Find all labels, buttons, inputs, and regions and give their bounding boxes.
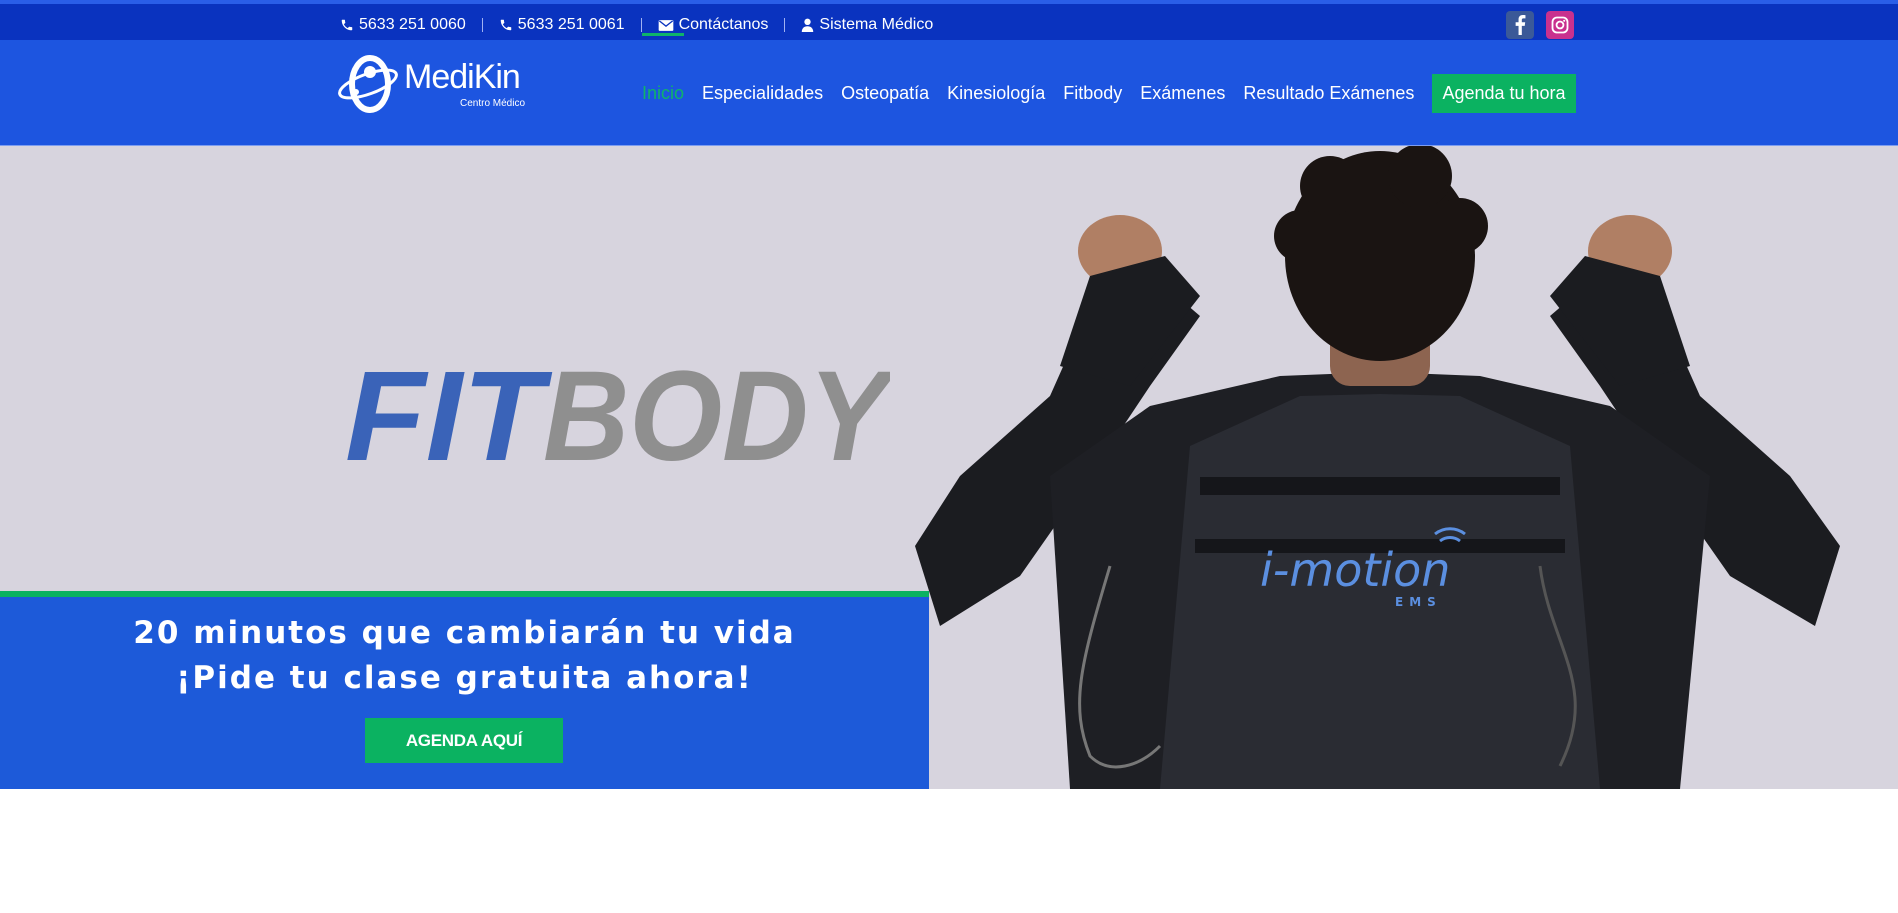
hero-banner: FIT BODY i-motion EMS 20 minutos que cam… [0,146,1898,789]
contact-links: 5633 251 0060 5633 251 0061 Contáctanos … [340,12,933,38]
promo-headline: 20 minutos que cambiarán tu vida [133,615,796,651]
nav-item-kinesiologia[interactable]: Kinesiología [947,83,1045,104]
facebook-icon [1515,15,1526,35]
promo-panel: 20 minutos que cambiarán tu vida ¡Pide t… [0,591,929,789]
book-appointment-button[interactable]: Agenda tu hora [1432,73,1576,113]
logo-name: MediKin [404,58,521,96]
promo-subheadline: ¡Pide tu clase gratuita ahora! [176,660,753,696]
top-contact-bar: 5633 251 0060 5633 251 0061 Contáctanos … [0,0,1898,40]
phone-number-1: 5633 251 0060 [359,16,466,33]
main-navigation: Inicio Especialidades Osteopatía Kinesio… [642,32,1576,146]
user-icon [802,18,814,32]
vest-brand-sub-label: EMS [1395,595,1442,609]
nav-item-fitbody[interactable]: Fitbody [1063,83,1122,104]
divider [481,18,483,32]
medikin-logo[interactable]: MediKin Centro Médico [336,52,526,116]
phone-icon [500,19,512,31]
medical-system-label: Sistema Médico [819,16,934,33]
instagram-button[interactable] [1546,11,1574,39]
ems-vest-photo: i-motion EMS [915,146,1840,789]
logo-tagline: Centro Médico [460,98,526,109]
main-header: MediKin Centro Médico Inicio Especialida… [0,32,1898,146]
phone-link-2[interactable]: 5633 251 0061 [499,16,625,34]
contact-link[interactable]: Contáctanos [658,16,769,34]
nav-item-examenes[interactable]: Exámenes [1140,83,1225,104]
divider [784,18,786,32]
phone-number-2: 5633 251 0061 [517,16,625,33]
fitbody-logo-fit: FIT [345,358,553,468]
nav-item-especialidades[interactable]: Especialidades [702,83,823,104]
fitbody-logo: FIT BODY [345,358,890,468]
nav-item-osteopatia[interactable]: Osteopatía [841,83,929,104]
agenda-aqui-button[interactable]: AGENDA AQUÍ [365,718,563,763]
medical-system-link[interactable]: Sistema Médico [801,16,933,34]
social-links [1506,11,1574,39]
envelope-icon [658,19,673,31]
nav-item-resultado-examenes[interactable]: Resultado Exámenes [1243,83,1414,104]
phone-icon [341,19,353,31]
phone-link-1[interactable]: 5633 251 0060 [340,16,466,34]
logo-emblem-icon [338,55,398,113]
vest-brand-label: i-motion [1260,543,1450,597]
divider [640,18,642,32]
nav-item-inicio[interactable]: Inicio [642,32,685,104]
fitbody-logo-body: BODY [543,358,890,468]
facebook-button[interactable] [1506,11,1534,39]
contact-label: Contáctanos [678,16,769,33]
instagram-icon [1551,16,1569,34]
